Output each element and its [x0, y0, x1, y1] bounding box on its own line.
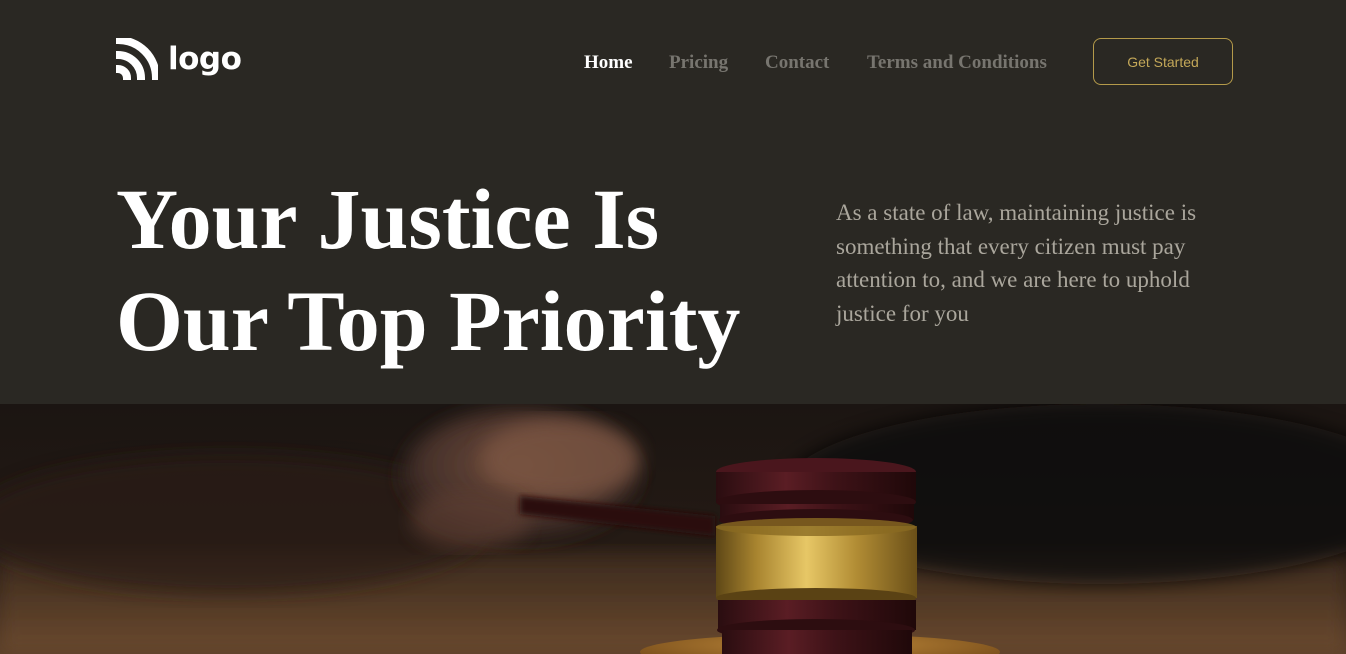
nav-home[interactable]: Home: [584, 52, 633, 74]
hero-title-line-1: Your Justice Is: [116, 171, 660, 267]
site-header: logo Home Pricing Contact Terms and Cond…: [0, 0, 1346, 120]
nav-terms[interactable]: Terms and Conditions: [867, 52, 1047, 74]
hero-description: As a state of law, maintaining justice i…: [836, 200, 1197, 326]
hero-title: Your Justice Is Our Top Priority: [116, 168, 796, 372]
get-started-button[interactable]: Get Started: [1093, 38, 1233, 85]
nav-contact[interactable]: Contact: [765, 52, 829, 74]
hero-title-line-2: Our Top Priority: [116, 273, 741, 369]
nav-pricing[interactable]: Pricing: [669, 52, 728, 74]
gavel-image: [0, 404, 1346, 654]
